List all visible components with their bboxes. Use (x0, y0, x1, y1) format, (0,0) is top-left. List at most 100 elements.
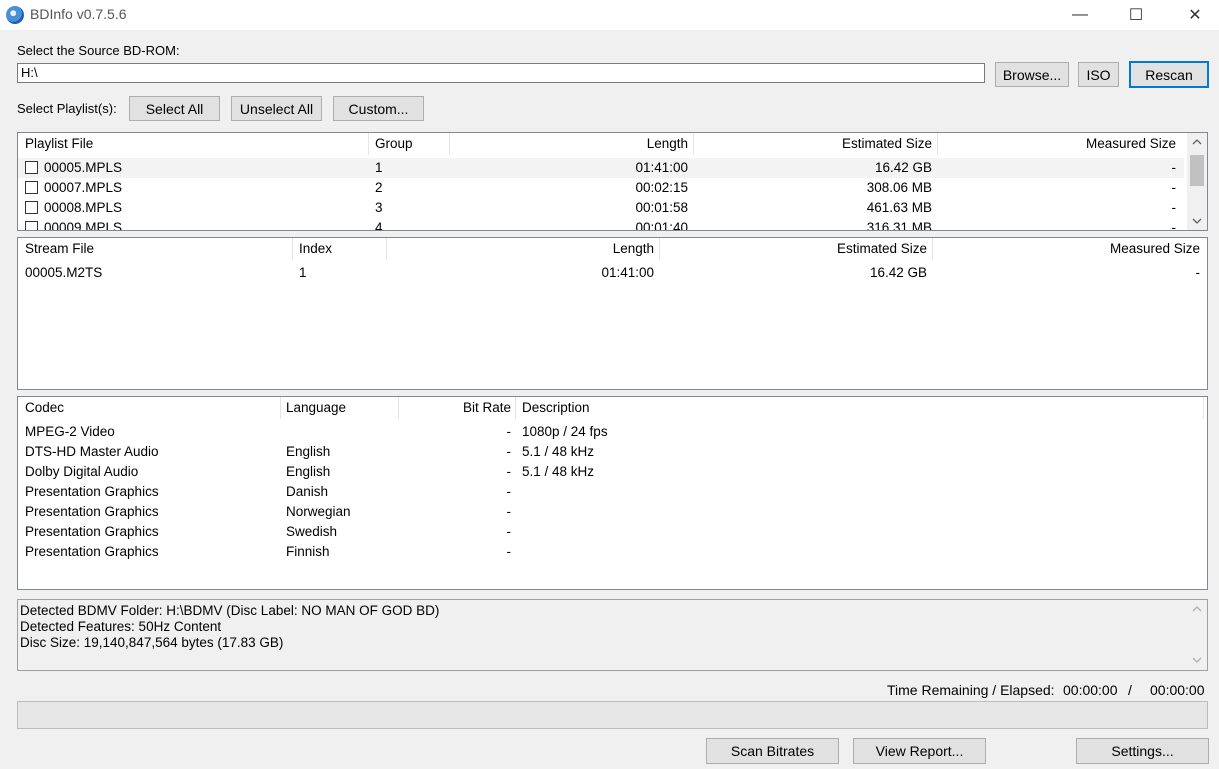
status-line: Detected Features: 50Hz Content (20, 619, 222, 634)
column-header[interactable]: Measured Size (938, 238, 1200, 260)
time-elapsed: 00:00:00 (1150, 682, 1205, 698)
close-button[interactable]: ✕ (1172, 0, 1218, 30)
codec-description: 5.1 / 48 kHz (522, 464, 595, 479)
time-separator: / (1128, 682, 1132, 698)
playlist-label: Select Playlist(s): (17, 101, 117, 116)
codec-bitrate: - (506, 444, 512, 459)
codec-language: Norwegian (286, 504, 351, 519)
chevron-up-icon[interactable] (1187, 133, 1207, 151)
status-line: Detected BDMV Folder: H:\BDMV (Disc Labe… (20, 603, 440, 618)
codec-bitrate: - (506, 464, 512, 479)
minimize-button[interactable]: — (1057, 0, 1103, 30)
maximize-button[interactable]: ☐ (1113, 0, 1159, 30)
stream-list[interactable]: Stream File Index Length Estimated Size … (17, 237, 1208, 390)
playlist-group: 2 (375, 180, 383, 195)
disc-icon (6, 6, 24, 24)
source-path-input[interactable]: H:\ (17, 63, 985, 83)
playlist-scrollbar[interactable] (1187, 133, 1207, 230)
column-header[interactable]: Playlist File (25, 133, 365, 155)
playlist-file: 00005.MPLS (44, 160, 123, 175)
playlist-length: 01:41:00 (635, 160, 688, 175)
column-header[interactable]: Estimated Size (698, 133, 932, 155)
table-row[interactable]: 00008.MPLS 3 00:01:58 461.63 MB - (18, 198, 1184, 218)
codec-description: 5.1 / 48 kHz (522, 444, 595, 459)
window-title: BDInfo v0.7.5.6 (30, 6, 127, 22)
view-report-button[interactable]: View Report... (853, 738, 986, 764)
table-row[interactable]: DTS-HD Master Audio English - 5.1 / 48 k… (18, 442, 1207, 462)
chevron-down-icon[interactable] (1187, 651, 1207, 669)
codec-language: English (286, 444, 331, 459)
column-header[interactable]: Description (522, 397, 922, 419)
column-header[interactable]: Length (453, 133, 688, 155)
column-header[interactable]: Stream File (25, 238, 290, 260)
time-label: Time Remaining / Elapsed: (887, 682, 1055, 698)
stream-measured-size: - (1195, 265, 1201, 280)
codec-name: Presentation Graphics (25, 524, 159, 539)
playlist-measured-size: - (1171, 200, 1177, 215)
codec-language: Danish (286, 484, 329, 499)
table-row[interactable]: 00005.MPLS 1 01:41:00 16.42 GB - (18, 158, 1184, 178)
status-line: Disc Size: 19,140,847,564 bytes (17.83 G… (20, 635, 284, 650)
column-header[interactable]: Group (375, 133, 445, 155)
codec-list[interactable]: Codec Language Bit Rate Description MPEG… (17, 396, 1208, 590)
table-row[interactable]: Presentation Graphics Norwegian - (18, 502, 1207, 522)
codec-name: MPEG-2 Video (25, 424, 115, 439)
playlist-file: 00008.MPLS (44, 200, 123, 215)
codec-name: Presentation Graphics (25, 544, 159, 559)
scan-bitrates-button[interactable]: Scan Bitrates (706, 738, 839, 764)
time-remaining: 00:00:00 (1063, 682, 1118, 698)
stream-index: 1 (299, 265, 307, 280)
table-row[interactable]: Presentation Graphics Swedish - (18, 522, 1207, 542)
codec-bitrate: - (506, 544, 512, 559)
playlist-list[interactable]: Playlist File Group Length Estimated Siz… (17, 132, 1208, 231)
source-label: Select the Source BD-ROM: (17, 43, 180, 58)
scroll-thumb[interactable] (1190, 155, 1204, 186)
column-header[interactable]: Index (299, 238, 379, 260)
codec-description: 1080p / 24 fps (522, 424, 608, 439)
settings-button[interactable]: Settings... (1076, 738, 1209, 764)
codec-language: Finnish (286, 544, 330, 559)
playlist-file: 00009.MPLS (44, 220, 123, 231)
column-header[interactable]: Length (390, 238, 654, 260)
iso-button[interactable]: ISO (1078, 62, 1119, 87)
checkbox[interactable] (25, 221, 38, 230)
checkbox[interactable] (25, 161, 38, 174)
custom-button[interactable]: Custom... (333, 96, 424, 121)
table-row[interactable]: 00009.MPLS 4 00:01:40 316.31 MB - (18, 218, 1184, 231)
unselect-all-button[interactable]: Unselect All (231, 96, 322, 121)
column-header[interactable]: Measured Size (943, 133, 1176, 155)
status-scrollbar[interactable] (1187, 600, 1207, 670)
codec-bitrate: - (506, 524, 512, 539)
table-row[interactable]: Dolby Digital Audio English - 5.1 / 48 k… (18, 462, 1207, 482)
playlist-estimated-size: 461.63 MB (866, 200, 932, 215)
playlist-file: 00007.MPLS (44, 180, 123, 195)
checkbox[interactable] (25, 201, 38, 214)
table-row[interactable]: 00005.M2TS 1 01:41:00 16.42 GB - (18, 263, 1207, 283)
codec-name: DTS-HD Master Audio (25, 444, 159, 459)
codec-name: Dolby Digital Audio (25, 464, 139, 479)
column-header[interactable]: Language (286, 397, 396, 419)
rescan-button[interactable]: Rescan (1129, 61, 1209, 88)
checkbox[interactable] (25, 181, 38, 194)
column-header[interactable]: Estimated Size (664, 238, 927, 260)
codec-bitrate: - (506, 484, 512, 499)
table-row[interactable]: 00007.MPLS 2 00:02:15 308.06 MB - (18, 178, 1184, 198)
column-header[interactable]: Bit Rate (402, 397, 511, 419)
playlist-measured-size: - (1171, 160, 1177, 175)
codec-language: Swedish (286, 524, 338, 539)
chevron-down-icon[interactable] (1187, 212, 1207, 230)
table-row[interactable]: Presentation Graphics Danish - (18, 482, 1207, 502)
column-header[interactable]: Codec (25, 397, 275, 419)
table-row[interactable]: Presentation Graphics Finnish - (18, 542, 1207, 562)
playlist-length: 00:01:58 (635, 200, 688, 215)
playlist-group: 4 (375, 220, 383, 231)
chevron-up-icon[interactable] (1187, 600, 1207, 618)
stream-length: 01:41:00 (601, 265, 654, 280)
browse-button[interactable]: Browse... (995, 62, 1069, 87)
codec-bitrate: - (506, 504, 512, 519)
select-all-button[interactable]: Select All (129, 96, 220, 121)
table-row[interactable]: MPEG-2 Video - 1080p / 24 fps (18, 422, 1207, 442)
status-textbox[interactable]: Detected BDMV Folder: H:\BDMV (Disc Labe… (17, 599, 1208, 671)
codec-language: English (286, 464, 331, 479)
codec-name: Presentation Graphics (25, 504, 159, 519)
